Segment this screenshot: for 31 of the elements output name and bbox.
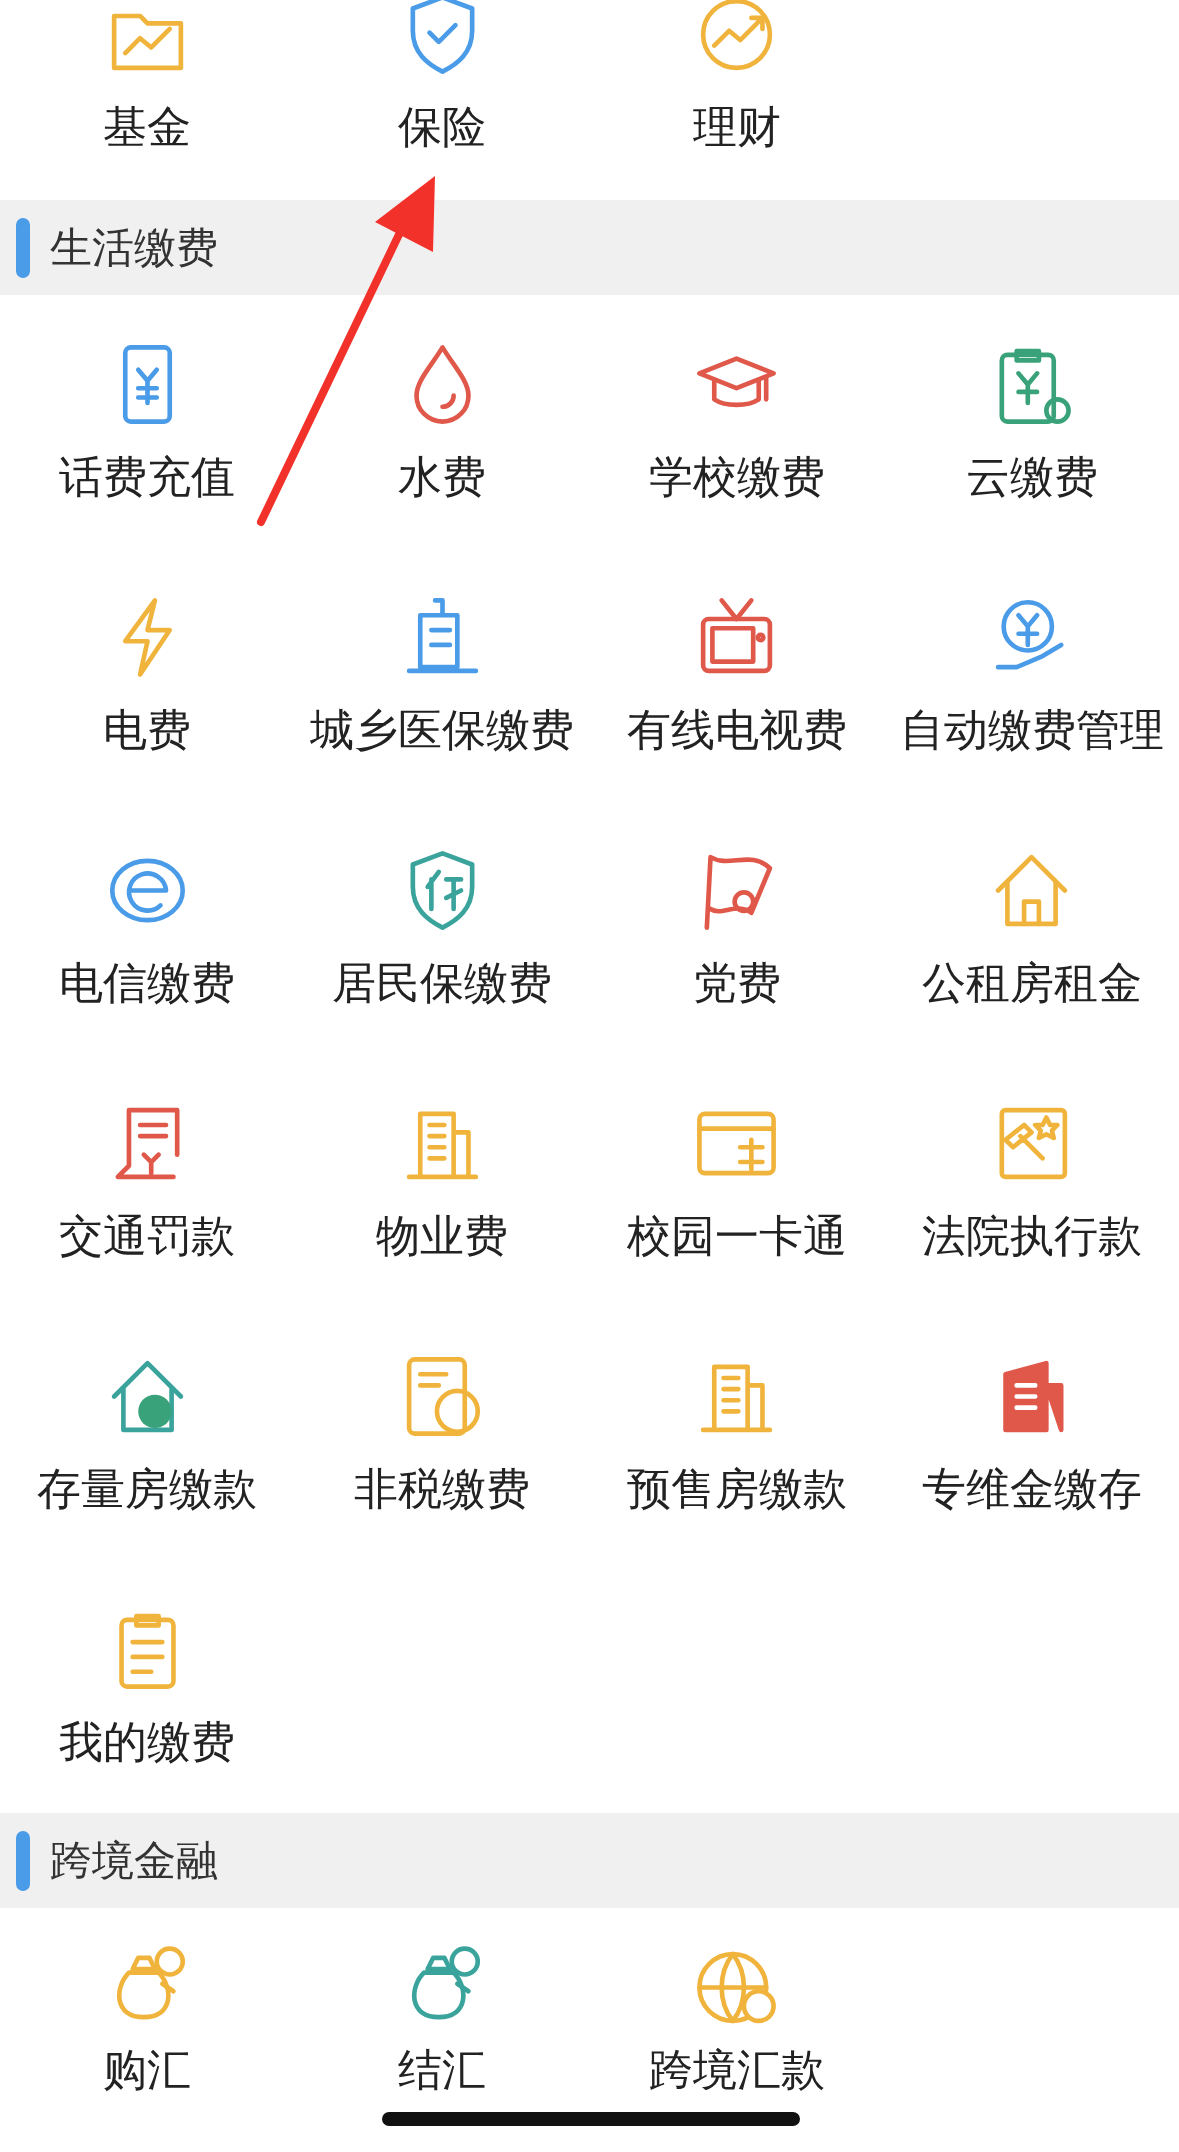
service-label[interactable]: 自动缴费管理 <box>899 702 1164 758</box>
service-label[interactable]: 交通罚款 <box>59 1208 236 1264</box>
service-label[interactable]: 跨境汇款 <box>648 2046 825 2094</box>
section-title: 跨境金融 <box>50 1834 218 1887</box>
service-label[interactable]: 专维金缴存 <box>921 1461 1142 1517</box>
service-label[interactable]: 预售房缴款 <box>626 1461 847 1517</box>
service-label[interactable]: 存量房缴款 <box>37 1461 258 1517</box>
service-label[interactable]: 话费充值 <box>59 449 236 505</box>
service-label[interactable]: 公租房租金 <box>921 955 1142 1011</box>
service-label[interactable]: 法院执行款 <box>921 1208 1142 1264</box>
service-label[interactable]: 物业费 <box>376 1208 509 1264</box>
service-label[interactable]: 我的缴费 <box>59 1714 236 1770</box>
service-label[interactable]: 学校缴费 <box>648 449 825 505</box>
section-title: 生活缴费 <box>50 221 218 274</box>
accent-bar <box>16 1830 30 1891</box>
service-label[interactable]: 基金 <box>103 99 192 155</box>
service-label[interactable]: 结汇 <box>398 2046 487 2094</box>
service-label[interactable]: 理财 <box>692 99 781 155</box>
service-label[interactable]: 非税缴费 <box>354 1461 531 1517</box>
service-label[interactable]: 电费 <box>103 702 192 758</box>
service-label[interactable]: 保险 <box>398 99 487 155</box>
service-label[interactable]: 居民保缴费 <box>332 955 553 1011</box>
service-label[interactable]: 城乡医保缴费 <box>310 702 575 758</box>
service-label[interactable]: 云缴费 <box>965 449 1098 505</box>
service-label[interactable]: 校园一卡通 <box>626 1208 847 1264</box>
service-label[interactable]: 水费 <box>398 449 487 505</box>
service-label[interactable]: 购汇 <box>103 2046 192 2094</box>
service-label[interactable]: 有线电视费 <box>626 702 847 758</box>
service-label[interactable]: 电信缴费 <box>59 955 236 1011</box>
accent-bar <box>16 217 30 278</box>
service-label[interactable]: 党费 <box>692 955 781 1011</box>
